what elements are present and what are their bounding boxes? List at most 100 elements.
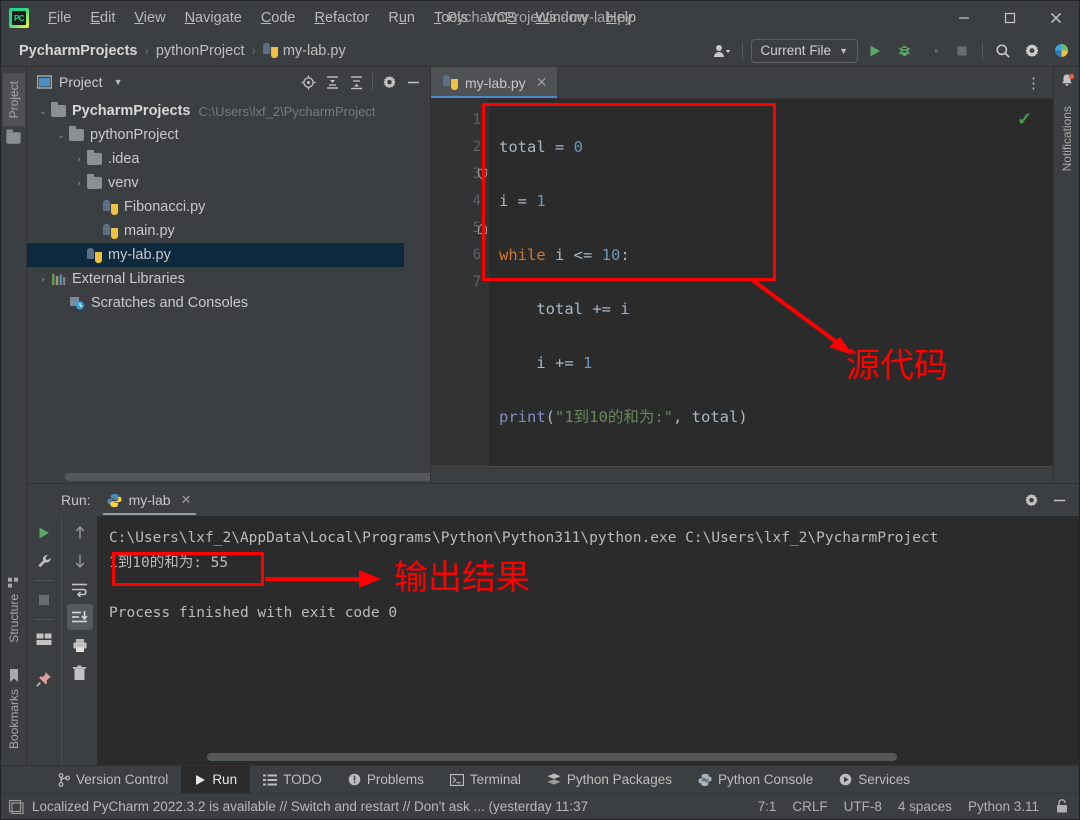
tree-row-pythonproject[interactable]: ⌄ pythonProject (27, 123, 430, 147)
console-horizontal-scrollbar[interactable] (207, 753, 897, 761)
menu-tools[interactable]: Tools (425, 7, 477, 29)
tool-button-problems[interactable]: Problems (335, 766, 437, 793)
rerun-icon[interactable] (31, 520, 57, 546)
stop-button[interactable] (950, 39, 974, 63)
pin-icon[interactable] (31, 666, 57, 692)
run-configuration-selector[interactable]: Current File ▼ (750, 38, 858, 63)
debug-button[interactable] (892, 39, 916, 63)
tool-button-services[interactable]: Services (826, 766, 923, 793)
chevron-down-icon[interactable]: ⌄ (35, 106, 51, 116)
menu-help[interactable]: Help (597, 7, 645, 29)
run-tab-my-lab[interactable]: my-lab ✕ (101, 488, 198, 515)
code-editor[interactable]: 1 2 3 4 5 6 7 total = 0 i = 1 while i <=… (431, 99, 1053, 467)
tab-my-lab-py[interactable]: my-lab.py ✕ (431, 67, 558, 98)
up-arrow-icon[interactable] (67, 520, 93, 546)
run-console-output[interactable]: C:\Users\lxf_2\AppData\Local\Programs\Py… (97, 516, 1079, 765)
menu-window[interactable]: Window (527, 7, 597, 29)
breadcrumb-item-pythonproject[interactable]: pythonProject (152, 41, 249, 61)
libraries-icon (52, 273, 66, 285)
chevron-right-icon[interactable]: › (71, 178, 87, 188)
menu-edit[interactable]: Edit (81, 7, 124, 29)
menu-refactor[interactable]: Refactor (306, 7, 379, 29)
maximize-button[interactable] (987, 1, 1033, 35)
tool-button-python-console[interactable]: Python Console (685, 766, 826, 793)
tree-row-venv[interactable]: › venv (27, 171, 430, 195)
editor-inspection-strip[interactable]: ✓ (1007, 99, 1053, 467)
breadcrumb-item-my-lab-py[interactable]: my-lab.py (259, 41, 350, 61)
tool-button-version-control[interactable]: Version Control (45, 766, 181, 793)
breadcrumb-separator: › (144, 43, 149, 58)
tree-row-main-py[interactable]: main.py (27, 219, 430, 243)
menu-navigate[interactable]: Navigate (176, 7, 251, 29)
expand-all-icon[interactable] (321, 71, 343, 93)
close-icon[interactable]: ✕ (536, 74, 548, 91)
minimize-button[interactable] (941, 1, 987, 35)
tree-row-fibonacci-py[interactable]: Fibonacci.py (27, 195, 430, 219)
settings-gear-icon[interactable] (1019, 488, 1043, 512)
status-bar-right: 7:1 CRLF UTF-8 4 spaces Python 3.11 (758, 799, 1069, 814)
project-tree[interactable]: ⌄ PycharmProjects C:\Users\lxf_2\Pycharm… (27, 97, 430, 483)
trash-icon[interactable] (67, 660, 93, 686)
project-tree-horizontal-scrollbar[interactable] (65, 473, 430, 481)
status-message[interactable]: Localized PyCharm 2022.3.2 is available … (32, 799, 588, 814)
chevron-down-icon[interactable]: ⌄ (53, 130, 69, 140)
code-content[interactable]: total = 0 i = 1 while i <= 10: total += … (489, 99, 1007, 467)
event-log-icon[interactable] (9, 799, 24, 814)
print-icon[interactable] (67, 632, 93, 658)
fold-region-end-icon[interactable] (476, 215, 488, 242)
collapse-all-icon[interactable] (345, 71, 367, 93)
close-button[interactable] (1033, 1, 1079, 35)
layout-icon[interactable] (31, 626, 57, 652)
caret-position[interactable]: 7:1 (758, 799, 777, 814)
hide-icon[interactable] (1047, 488, 1071, 512)
menu-run[interactable]: Run (379, 7, 424, 29)
tree-row-my-lab-py[interactable]: my-lab.py (27, 243, 404, 267)
close-icon[interactable]: ✕ (181, 492, 192, 508)
notifications-bell-icon[interactable] (1059, 73, 1075, 94)
tree-row-external-libraries[interactable]: › External Libraries (27, 267, 430, 291)
user-profile-icon[interactable] (710, 39, 734, 63)
run-with-coverage-button[interactable] (921, 39, 945, 63)
menu-file[interactable]: File (39, 7, 80, 29)
run-icon (196, 774, 206, 785)
sidebar-item-notifications[interactable]: Notifications (1056, 98, 1078, 173)
ide-updates-icon[interactable] (1049, 39, 1073, 63)
tool-button-run[interactable]: Run (181, 766, 251, 793)
gear-icon[interactable] (378, 71, 400, 93)
stop-icon[interactable] (31, 587, 57, 613)
settings-gear-icon[interactable] (1020, 39, 1044, 63)
line-separator[interactable]: CRLF (792, 799, 827, 814)
inspection-ok-icon[interactable]: ✓ (1017, 109, 1032, 130)
locate-icon[interactable] (297, 71, 319, 93)
tree-row-pycharmprojects[interactable]: ⌄ PycharmProjects C:\Users\lxf_2\Pycharm… (27, 99, 430, 123)
soft-wrap-icon[interactable] (67, 576, 93, 602)
sidebar-item-project[interactable]: Project (2, 73, 25, 127)
menu-code[interactable]: Code (252, 7, 305, 29)
scroll-to-end-icon[interactable] (66, 604, 93, 630)
indent-setting[interactable]: 4 spaces (898, 799, 952, 814)
menu-view[interactable]: View (125, 7, 174, 29)
project-panel-title[interactable]: Project ▼ (37, 74, 123, 90)
file-encoding[interactable]: UTF-8 (844, 799, 882, 814)
lock-icon[interactable] (1055, 799, 1069, 814)
search-everywhere-icon[interactable] (991, 39, 1015, 63)
tree-row-scratches-and-consoles[interactable]: Scratches and Consoles (27, 291, 430, 315)
hide-icon[interactable] (402, 71, 424, 93)
wrench-icon[interactable] (31, 548, 57, 574)
sidebar-item-structure[interactable]: Structure (3, 569, 25, 651)
tool-button-python-packages[interactable]: Python Packages (534, 766, 685, 793)
chevron-right-icon[interactable]: › (35, 274, 51, 284)
fold-region-start-icon[interactable] (476, 161, 488, 188)
sidebar-item-bookmarks[interactable]: Bookmarks (3, 661, 25, 757)
menu-vcs[interactable]: VCS (478, 7, 526, 29)
tool-button-terminal[interactable]: Terminal (437, 766, 534, 793)
more-options-icon[interactable]: ⋮ (1020, 74, 1047, 92)
python-interpreter[interactable]: Python 3.11 (968, 799, 1039, 814)
tool-button-todo[interactable]: TODO (250, 766, 335, 793)
editor-gutter[interactable]: 1 2 3 4 5 6 7 (431, 99, 489, 467)
tree-row-idea[interactable]: › .idea (27, 147, 430, 171)
breadcrumb-item-pycharmprojects[interactable]: PycharmProjects (15, 41, 141, 61)
run-button[interactable] (863, 39, 887, 63)
down-arrow-icon[interactable] (67, 548, 93, 574)
chevron-right-icon[interactable]: › (71, 154, 87, 164)
